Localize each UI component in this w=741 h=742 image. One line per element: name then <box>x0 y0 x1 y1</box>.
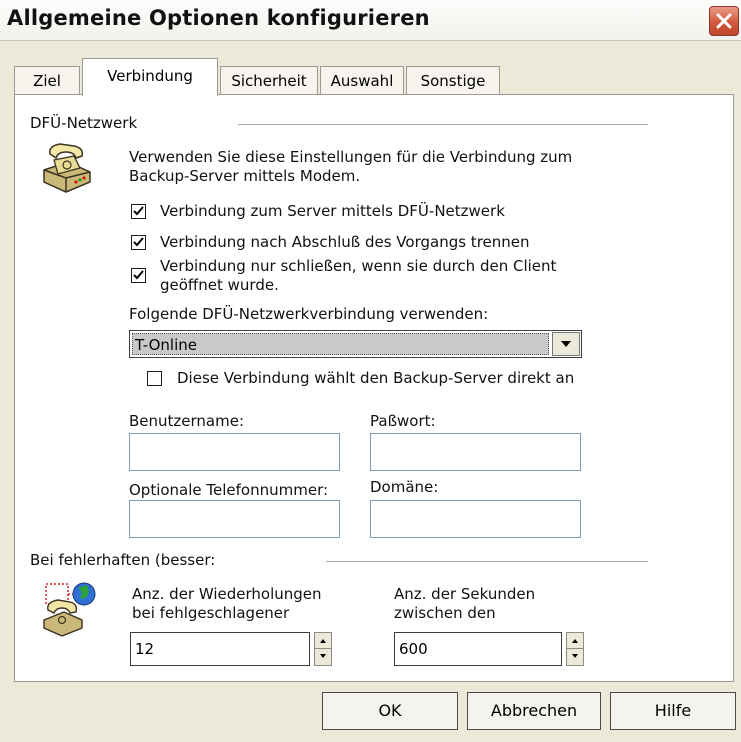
spin-up-button[interactable] <box>315 633 331 649</box>
connection-select-label: Folgende DFÜ-Netzwerkverbindung verwende… <box>129 305 489 323</box>
connection-select-value: T-Online <box>132 333 549 355</box>
retries-input[interactable]: 12 <box>130 632 310 666</box>
dialup-description-line1: Verwenden Sie diese Einstellungen für di… <box>129 148 573 166</box>
use-dialup-checkbox[interactable] <box>131 204 146 219</box>
disconnect-after-label: Verbindung nach Abschluß des Vorgangs tr… <box>160 233 530 251</box>
seconds-label-line1: Anz. der Sekunden <box>394 585 536 603</box>
dialup-description-line2: Backup-Server mittels Modem. <box>129 167 361 185</box>
tab-auswahl[interactable]: Auswahl <box>320 66 404 94</box>
window-title: Allgemeine Optionen konfigurieren <box>7 6 430 30</box>
direct-dial-label: Diese Verbindung wählt den Backup-Server… <box>177 369 575 387</box>
checkmark-icon <box>133 237 144 247</box>
phone-label: Optionale Telefonnummer: <box>129 481 329 499</box>
connection-select[interactable]: T-Online <box>129 330 582 358</box>
username-field[interactable] <box>129 433 340 471</box>
seconds-label-line2: zwischen den <box>394 604 496 622</box>
arrow-down-icon <box>572 654 578 658</box>
checkmark-icon <box>133 206 144 216</box>
retries-label-line1: Anz. der Wiederholungen <box>132 585 322 603</box>
telephone-modem-icon <box>43 143 91 193</box>
group-divider <box>238 124 648 125</box>
arrow-down-icon <box>320 654 326 658</box>
help-button[interactable]: Hilfe <box>610 692 736 730</box>
title-bar[interactable]: Allgemeine Optionen konfigurieren <box>0 0 741 41</box>
tab-sicherheit[interactable]: Sicherheit <box>220 66 318 94</box>
spin-up-button[interactable] <box>567 633 583 649</box>
telephone-globe-icon <box>43 582 96 637</box>
domain-field[interactable] <box>370 500 581 538</box>
disconnect-after-checkbox[interactable] <box>131 235 146 250</box>
dropdown-button[interactable] <box>552 332 580 356</box>
close-button[interactable] <box>709 6 739 36</box>
arrow-up-icon <box>320 639 326 643</box>
tab-ziel[interactable]: Ziel <box>14 66 80 94</box>
direct-dial-checkbox[interactable] <box>147 371 162 386</box>
tab-panel-verbindung <box>14 94 734 682</box>
arrow-up-icon <box>572 639 578 643</box>
chevron-down-icon <box>561 341 571 347</box>
use-dialup-label: Verbindung zum Server mittels DFÜ-Netzwe… <box>160 202 505 220</box>
cancel-button[interactable]: Abbrechen <box>467 692 601 730</box>
close-icon <box>716 13 732 29</box>
domain-label: Domäne: <box>370 478 439 496</box>
retries-spinner[interactable] <box>314 632 332 666</box>
dialog-window: Allgemeine Optionen konfigurieren Ziel V… <box>0 0 741 742</box>
retries-label-line2: bei fehlgeschlagener <box>132 604 290 622</box>
dialup-group-label: DFÜ-Netzwerk <box>30 114 138 132</box>
ok-button[interactable]: OK <box>322 692 458 730</box>
retry-group-label: Bei fehlerhaften (besser: <box>30 551 216 569</box>
group-divider <box>326 561 648 562</box>
spin-down-button[interactable] <box>567 649 583 665</box>
username-label: Benutzername: <box>129 412 245 430</box>
checkmark-icon <box>133 270 144 280</box>
password-label: Paßwort: <box>370 412 436 430</box>
password-field[interactable] <box>370 433 581 471</box>
tab-verbindung[interactable]: Verbindung <box>82 58 218 96</box>
tab-sonstige[interactable]: Sonstige <box>406 66 500 94</box>
seconds-input[interactable]: 600 <box>394 632 562 666</box>
close-only-if-opened-label-line2: geöffnet wurde. <box>160 276 279 294</box>
spin-down-button[interactable] <box>315 649 331 665</box>
seconds-spinner[interactable] <box>566 632 584 666</box>
close-only-if-opened-checkbox[interactable] <box>131 268 146 283</box>
phone-field[interactable] <box>129 500 340 538</box>
close-only-if-opened-label-line1: Verbindung nur schließen, wenn sie durch… <box>160 257 557 275</box>
